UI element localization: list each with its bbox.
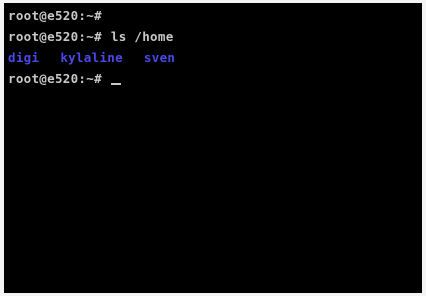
directory-entry: kylaline: [60, 50, 123, 65]
terminal-line: root@e520:~# ls /home: [8, 30, 174, 44]
terminal-window[interactable]: root@e520:~# root@e520:~# ls /home digi ky…: [4, 3, 422, 293]
terminal-line-active[interactable]: root@e520:~#: [8, 72, 121, 86]
directory-entry: digi: [8, 50, 40, 65]
terminal-line: root@e520:~#: [8, 9, 102, 23]
directory-entry: sven: [143, 50, 176, 65]
prompt: root@e520:~#: [8, 8, 102, 23]
ls-output-line: digi kylaline sven: [8, 51, 175, 65]
prompt: root@e520:~#: [8, 71, 102, 86]
command-text: ls /home: [110, 29, 174, 44]
text-cursor: [110, 83, 121, 85]
prompt: root@e520:~#: [8, 29, 102, 44]
